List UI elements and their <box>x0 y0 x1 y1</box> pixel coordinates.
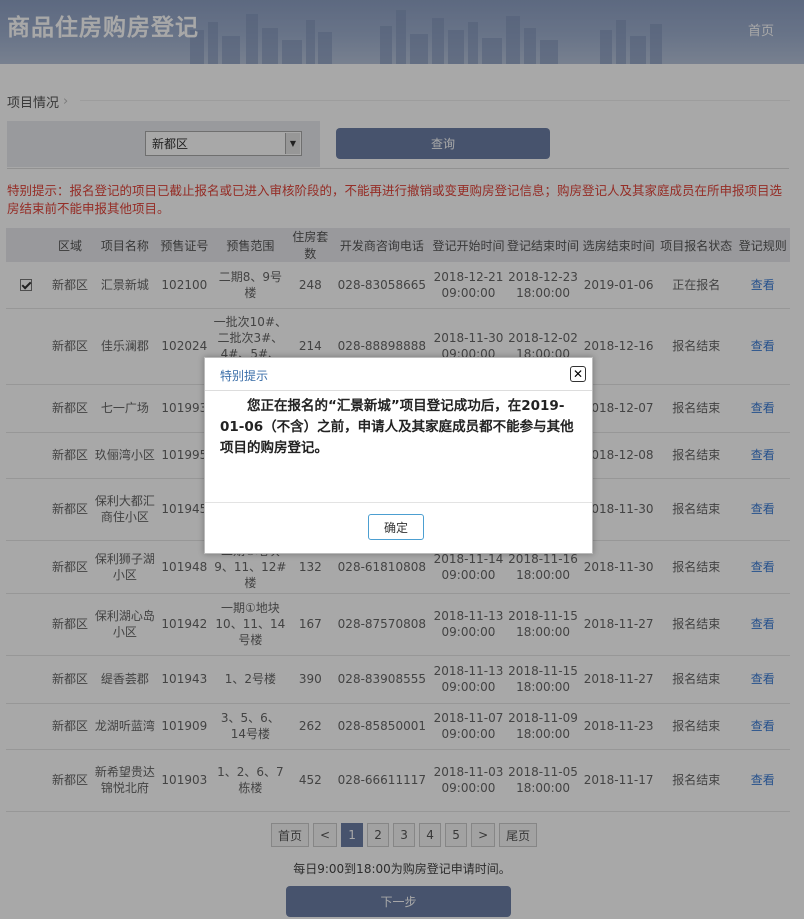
dialog-divider <box>205 502 592 503</box>
close-icon[interactable]: ✕ <box>570 366 586 382</box>
confirm-button[interactable]: 确定 <box>368 514 424 540</box>
dialog-header: 特别提示 ✕ <box>205 358 592 391</box>
notice-dialog: 特别提示 ✕ 您正在报名的“汇景新城”项目登记成功后，在2019-01-06（不… <box>204 357 593 554</box>
dialog-message: 您正在报名的“汇景新城”项目登记成功后，在2019-01-06（不含）之前，申请… <box>220 398 574 456</box>
dialog-title: 特别提示 <box>220 369 269 383</box>
